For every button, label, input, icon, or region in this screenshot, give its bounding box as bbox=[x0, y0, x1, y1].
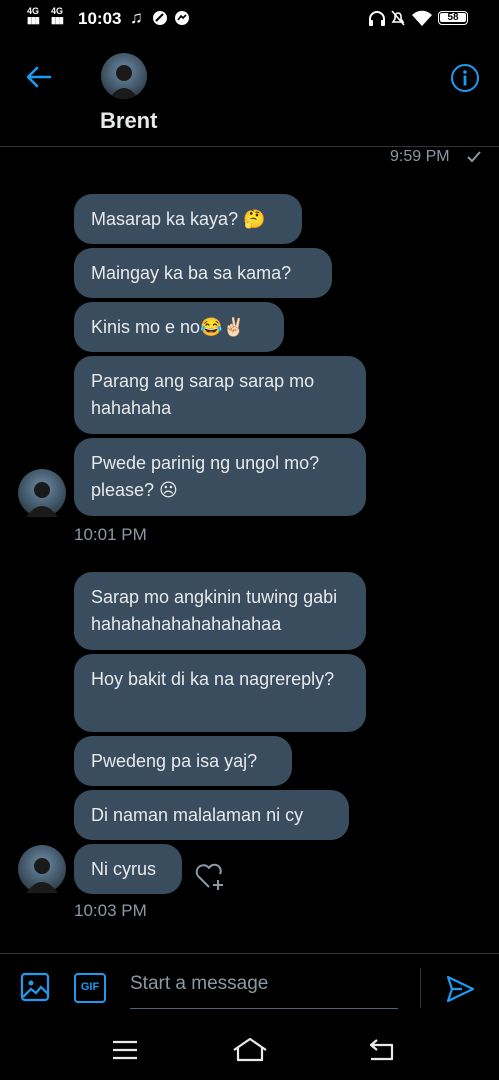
message-bubble[interactable]: Pwede parinig ng ungol mo? please? ☹ bbox=[74, 438, 366, 516]
message-bubble[interactable]: Parang ang sarap sarap mo hahahaha bbox=[74, 356, 366, 434]
message-bubble[interactable]: Hoy bakit di ka na nagrereply? bbox=[74, 654, 366, 732]
message-text: Parang ang sarap sarap mo hahahaha bbox=[91, 371, 315, 418]
mute-icon bbox=[391, 10, 405, 26]
message-bubble[interactable]: Maingay ka ba sa kama? bbox=[74, 248, 332, 298]
message-text: Pwedeng pa isa yaj? bbox=[91, 751, 258, 771]
signal-1-icon: 4G ▮▮▮ bbox=[27, 6, 40, 25]
message-text: Hoy bakit di ka na nagrereply? bbox=[91, 669, 335, 689]
contact-avatar[interactable] bbox=[101, 53, 147, 99]
message-bubble[interactable]: Sarap mo angkinin tuwing gabi hahahahaha… bbox=[74, 572, 366, 650]
heart-add-icon[interactable] bbox=[194, 862, 228, 892]
dnd-app-icon bbox=[153, 11, 167, 25]
message-text: Ni cyrus bbox=[91, 859, 157, 879]
message-bubble[interactable]: Di naman malalaman ni cy bbox=[74, 790, 349, 840]
contact-name[interactable]: Brent bbox=[100, 108, 157, 134]
status-bar: 4G ▮▮▮ 4G ▮▮▮ 10:03 ♫ 58 bbox=[0, 0, 499, 38]
composer-separator bbox=[420, 968, 421, 1008]
header-divider bbox=[0, 146, 499, 147]
group-timestamp: 10:03 PM bbox=[74, 901, 147, 920]
composer-divider bbox=[0, 953, 499, 954]
group-timestamp: 10:01 PM bbox=[74, 525, 147, 544]
music-note-icon: ♫ bbox=[130, 8, 143, 27]
message-bubble[interactable]: Pwedeng pa isa yaj? bbox=[74, 736, 292, 786]
message-text: Di naman malalaman ni cy bbox=[91, 805, 304, 825]
wifi-icon bbox=[412, 10, 432, 26]
info-icon[interactable] bbox=[450, 63, 480, 93]
sent-timestamp: 9:59 PM bbox=[390, 148, 450, 165]
gif-label: GIF bbox=[80, 981, 100, 993]
message-text: Kinis mo e no😂✌🏻 bbox=[91, 317, 245, 337]
message-text: Masarap ka kaya? 🤔 bbox=[91, 209, 266, 229]
message-text: Maingay ka ba sa kama? bbox=[91, 263, 292, 283]
arrow-left-icon[interactable] bbox=[24, 62, 54, 92]
image-icon[interactable] bbox=[20, 972, 50, 1002]
message-text: Pwede parinig ng ungol mo? please? ☹ bbox=[91, 453, 320, 500]
sender-avatar[interactable] bbox=[18, 845, 66, 893]
gif-button[interactable]: GIF bbox=[74, 973, 106, 1003]
signal-2-icon: 4G ▮▮▮ bbox=[51, 6, 64, 25]
status-time: 10:03 bbox=[78, 9, 122, 28]
battery-icon: 58 bbox=[438, 11, 468, 25]
back-nav-icon[interactable] bbox=[368, 1039, 394, 1061]
message-bubble[interactable]: Ni cyrus bbox=[74, 844, 182, 894]
message-input[interactable]: Start a message bbox=[130, 966, 398, 1009]
message-bubble[interactable]: Masarap ka kaya? 🤔 bbox=[74, 194, 302, 244]
message-bubble[interactable]: Kinis mo e no😂✌🏻 bbox=[74, 302, 284, 352]
message-text: Sarap mo angkinin tuwing gabi hahahahaha… bbox=[91, 587, 338, 634]
menu-icon[interactable] bbox=[112, 1040, 138, 1060]
messenger-icon bbox=[175, 11, 189, 25]
sender-avatar[interactable] bbox=[18, 469, 66, 517]
home-icon[interactable] bbox=[232, 1036, 268, 1062]
check-icon bbox=[467, 151, 481, 163]
send-icon[interactable] bbox=[444, 973, 476, 1005]
headphones-icon bbox=[369, 11, 385, 26]
